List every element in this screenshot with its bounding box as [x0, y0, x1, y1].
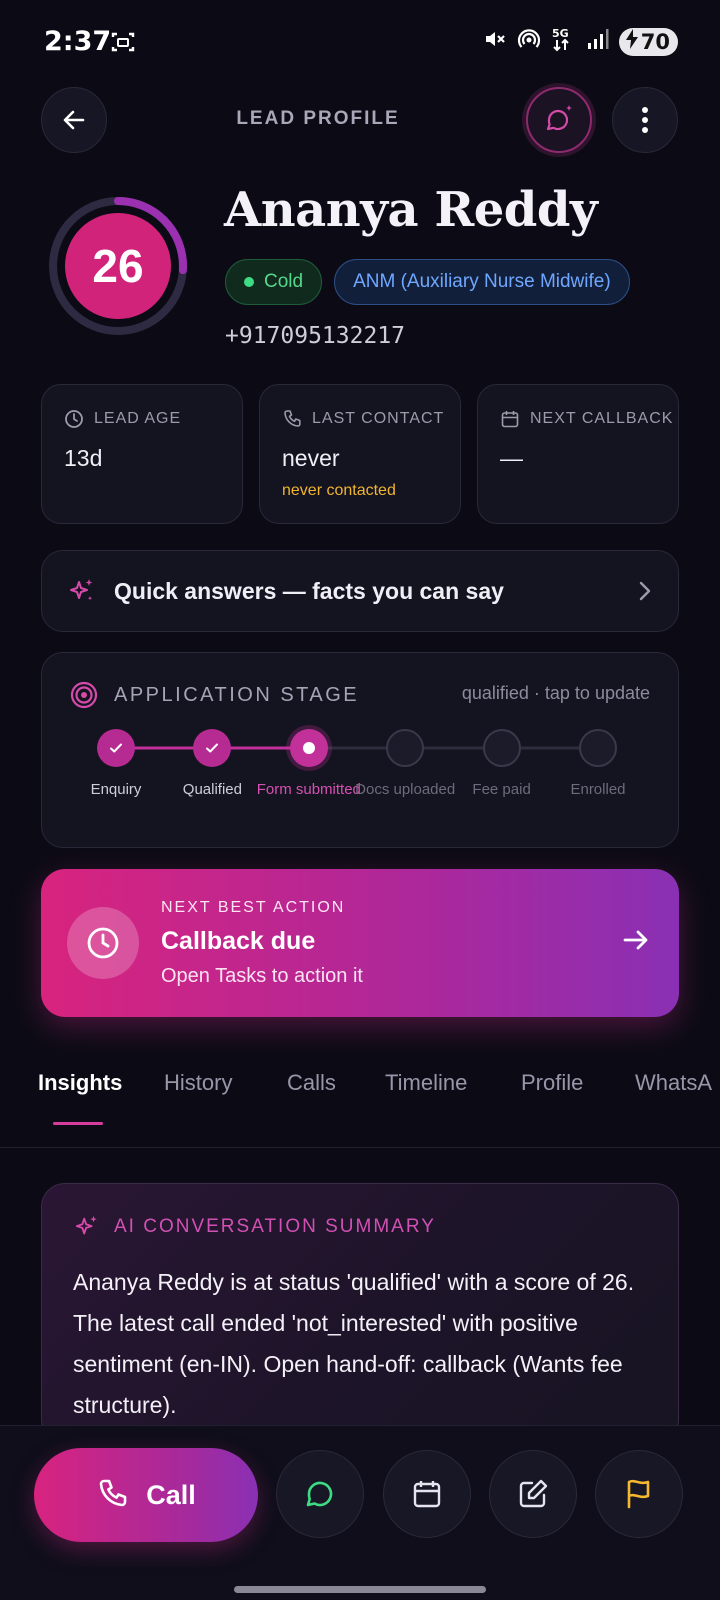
svg-text:5G: 5G: [552, 27, 569, 40]
application-stage-card[interactable]: APPLICATION STAGE qualified · tap to upd…: [41, 652, 679, 848]
more-vertical-icon: [642, 107, 648, 133]
chat-sparkle-icon: [546, 105, 572, 131]
tab-profile[interactable]: Profile: [521, 1070, 583, 1096]
pending-step-dot: [482, 729, 521, 767]
calendar-icon: [413, 1481, 441, 1508]
summary-text: Ananya Reddy is at status 'qualified' wi…: [73, 1269, 635, 1418]
stat-label: LAST CONTACT: [312, 410, 445, 427]
whatsapp-button[interactable]: [276, 1450, 364, 1538]
mute-icon: [483, 27, 507, 56]
current-step-dot: [289, 729, 328, 767]
stage-status: qualified · tap to update: [461, 683, 650, 703]
top-header: LEAD PROFILE: [0, 84, 720, 156]
lead-age-card: LEAD AGE 13d: [41, 384, 243, 524]
call-label: Call: [146, 1479, 196, 1510]
lead-name: Ananya Reddy: [224, 182, 598, 238]
stage-stepper: Enquiry Qualified Form submitted Docs uploa…: [42, 729, 680, 839]
add-note-button[interactable]: [489, 1450, 577, 1538]
chevron-right-icon: [639, 581, 651, 601]
more-options-button[interactable]: [612, 87, 678, 153]
course-badge: ANM (Auxiliary Nurse Midwife): [334, 259, 630, 305]
pending-step-dot: [386, 729, 425, 767]
step-label: Form submitted: [256, 781, 361, 798]
status-dot: [244, 277, 254, 287]
sparkle-icon: [70, 579, 93, 601]
step-label: Fee paid: [472, 781, 531, 798]
stage-title: APPLICATION STAGE: [114, 683, 360, 706]
tab-timeline[interactable]: Timeline: [385, 1070, 467, 1096]
next-best-action-card[interactable]: NEXT BEST ACTION Callback due Open Tasks…: [41, 869, 679, 1017]
tab-bar: Insights History Calls Timeline Profile …: [0, 1060, 720, 1148]
stage-step[interactable]: Qualified: [157, 729, 267, 800]
ai-chat-button[interactable]: [526, 87, 592, 153]
stage-step[interactable]: Enrolled: [543, 729, 653, 800]
flag-icon: [627, 1479, 650, 1509]
status-time: 2:37: [44, 26, 112, 57]
step-label: Qualified: [182, 781, 242, 798]
quick-answers-button[interactable]: Quick answers — facts you can say: [41, 550, 679, 632]
temperature-label: Cold: [264, 271, 304, 292]
target-icon: [70, 681, 98, 709]
step-label: Docs uploaded: [355, 781, 456, 798]
hotspot-icon: [517, 27, 541, 56]
stat-value: —: [500, 445, 523, 471]
last-contact-card: LAST CONTACT never never contacted: [259, 384, 461, 524]
flag-button[interactable]: [595, 1450, 683, 1538]
cell-signal-icon: [587, 28, 609, 55]
arrow-right-icon: [623, 930, 648, 950]
home-indicator[interactable]: [234, 1586, 486, 1593]
screenshot-icon: [110, 30, 136, 59]
status-bar: 2:37 5G 70: [0, 0, 720, 84]
charging-bolt-icon: [625, 29, 639, 54]
temperature-badge: Cold: [225, 259, 323, 305]
pending-step-dot: [579, 729, 617, 767]
tab-history[interactable]: History: [164, 1070, 232, 1096]
tab-whatsapp[interactable]: WhatsA: [635, 1070, 712, 1096]
step-label: Enrolled: [570, 781, 626, 798]
whatsapp-chat-icon: [306, 1481, 333, 1507]
nba-subtitle: Open Tasks to action it: [161, 965, 363, 987]
tab-calls[interactable]: Calls: [287, 1070, 336, 1096]
stage-step[interactable]: Docs uploaded: [350, 729, 460, 800]
5g-signal-icon: 5G: [551, 26, 577, 57]
schedule-button[interactable]: [383, 1450, 471, 1538]
calendar-icon: [501, 411, 519, 428]
lead-score: 26: [92, 240, 144, 292]
nba-title: Callback due: [161, 927, 316, 955]
phone-icon: [284, 410, 301, 427]
clock-icon: [67, 907, 139, 979]
stat-label: NEXT CALLBACK: [530, 410, 674, 427]
next-callback-card: NEXT CALLBACK —: [477, 384, 679, 524]
battery-indicator: 70: [618, 27, 678, 56]
summary-title: AI CONVERSATION SUMMARY: [114, 1216, 436, 1237]
stat-sublabel: never contacted: [282, 482, 396, 499]
check-icon: [193, 729, 232, 767]
ai-summary-card: AI CONVERSATION SUMMARY Ananya Reddy is …: [41, 1183, 679, 1443]
quick-answers-label: Quick answers — facts you can say: [114, 577, 504, 604]
stage-step[interactable]: Form submitted: [254, 729, 364, 800]
active-tab-indicator: [53, 1122, 103, 1125]
lead-phone[interactable]: +917095132217: [225, 323, 405, 349]
check-icon: [97, 729, 135, 767]
edit-note-icon: [519, 1479, 548, 1508]
stat-label: LEAD AGE: [94, 410, 182, 427]
stat-value: never: [282, 445, 340, 471]
call-button[interactable]: Call: [34, 1448, 258, 1542]
tab-insights[interactable]: Insights: [38, 1070, 122, 1096]
phone-icon: [99, 1479, 127, 1507]
nba-kicker: NEXT BEST ACTION: [161, 899, 346, 916]
stage-step[interactable]: Enquiry: [61, 729, 171, 800]
sparkle-icon: [75, 1215, 97, 1235]
stat-value: 13d: [64, 445, 103, 471]
step-label: Enquiry: [90, 781, 142, 798]
clock-icon: [65, 410, 83, 428]
bottom-action-bar: Call: [0, 1425, 720, 1600]
stage-step[interactable]: Fee paid: [447, 729, 557, 800]
battery-level: 70: [640, 29, 670, 54]
